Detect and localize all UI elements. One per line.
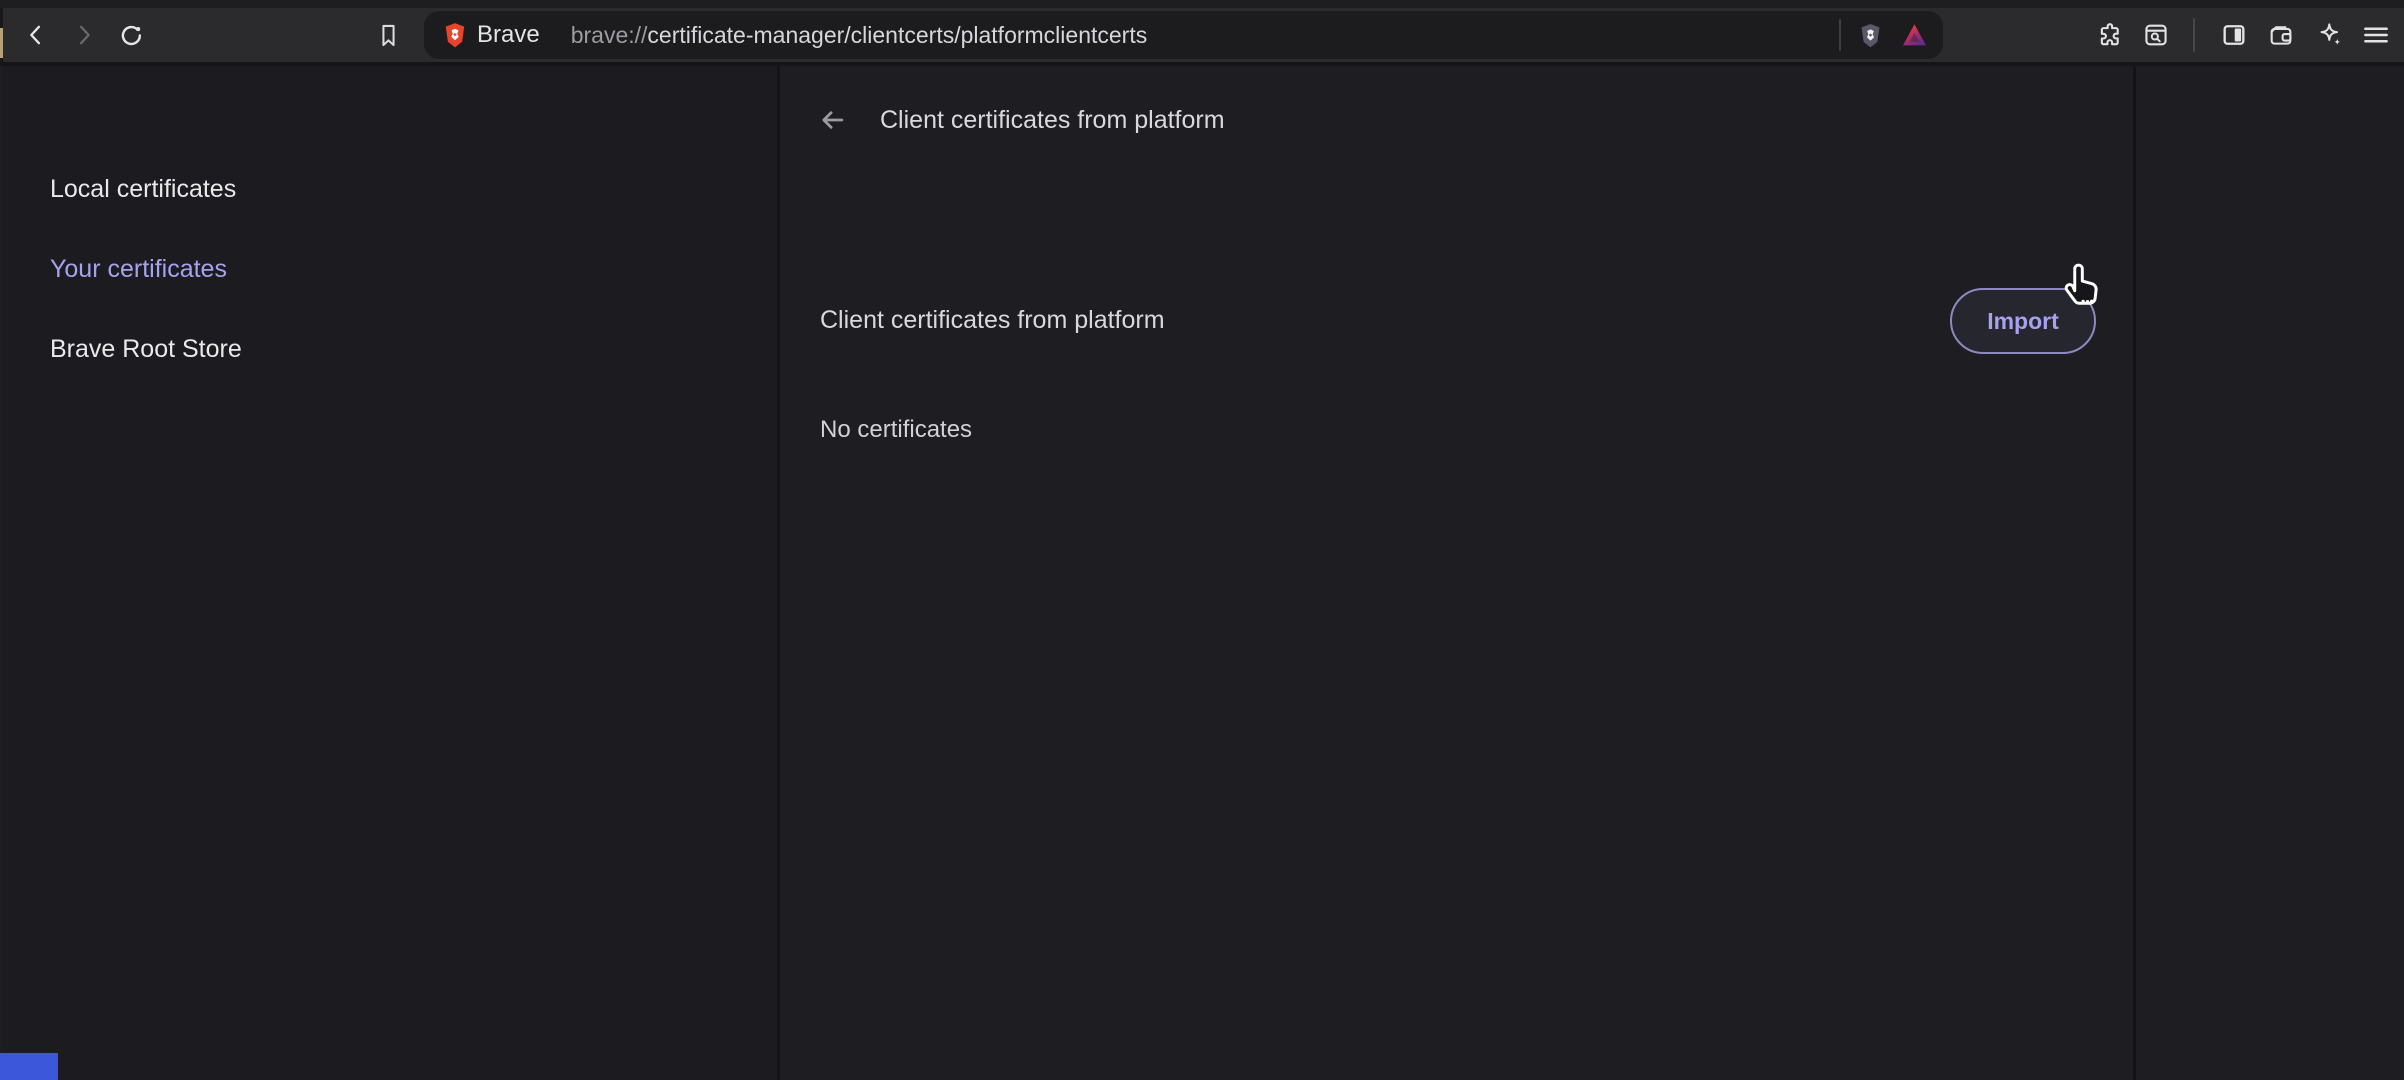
empty-state-text: No certificates (820, 416, 972, 444)
corner-blue-artifact (0, 1053, 58, 1080)
sidebar-item-brave-root-store[interactable]: Brave Root Store (50, 332, 242, 366)
certificate-manager-page: Local certificates Your certificates Bra… (0, 66, 2404, 1080)
url-text: brave://certificate-manager/clientcerts/… (571, 22, 1148, 49)
address-bar[interactable]: Brave brave://certificate-manager/client… (424, 11, 1943, 59)
window-top-strip (0, 0, 2404, 8)
site-name-label: Brave (477, 21, 540, 49)
url-path: certificate-manager/clientcerts/platform… (647, 22, 1147, 48)
leo-ai-button[interactable] (2310, 15, 2350, 55)
address-bar-separator (1839, 19, 1841, 51)
page-back-button[interactable] (812, 100, 852, 140)
url-scheme: brave:// (571, 22, 648, 48)
page-title: Client certificates from platform (880, 106, 1225, 135)
reload-icon (117, 21, 146, 50)
content-right-divider (2133, 66, 2136, 1080)
wallet-button[interactable] (2261, 15, 2301, 55)
leo-ai-sparkle-icon (2316, 21, 2345, 50)
import-button-label: Import (1987, 308, 2059, 335)
toolbar-separator (2193, 18, 2195, 52)
wallet-icon (2267, 21, 2295, 49)
sidebar-item-label: Brave Root Store (50, 335, 242, 364)
bookmark-icon (375, 21, 402, 50)
sidebar-item-label: Local certificates (50, 175, 236, 204)
browser-toolbar: Brave brave://certificate-manager/client… (0, 8, 2404, 62)
sidebar-item-local-certificates[interactable]: Local certificates (50, 172, 236, 206)
background-window-sliver (0, 28, 3, 58)
sidebar-content-divider (777, 66, 780, 1080)
content-header: Client certificates from platform (780, 100, 1225, 140)
back-button[interactable] (16, 15, 56, 55)
forward-chevron-icon (70, 21, 98, 49)
forward-button[interactable] (64, 15, 104, 55)
browser-window: Brave brave://certificate-manager/client… (0, 0, 2404, 1080)
address-bar-trailing (1839, 19, 1929, 51)
sidebar-item-label: Your certificates (50, 255, 227, 284)
sidebar-item-your-certificates[interactable]: Your certificates (50, 252, 227, 286)
certificate-nav-sidebar: Local certificates Your certificates Bra… (3, 66, 777, 1080)
search-tabs-icon (2142, 21, 2170, 49)
brave-logo-icon (441, 20, 469, 50)
section-title: Client certificates from platform (820, 306, 1165, 335)
back-chevron-icon (22, 21, 50, 49)
hamburger-menu-icon (2361, 20, 2391, 50)
bat-rewards-icon[interactable] (1900, 21, 1929, 50)
search-tabs-button[interactable] (2136, 15, 2176, 55)
extensions-button[interactable] (2090, 15, 2130, 55)
sidebar-toggle-button[interactable] (2214, 15, 2254, 55)
menu-button[interactable] (2356, 15, 2396, 55)
extensions-puzzle-icon (2096, 21, 2124, 49)
brave-shields-icon[interactable] (1857, 21, 1884, 50)
reload-button[interactable] (111, 15, 151, 55)
import-button[interactable]: Import (1950, 288, 2096, 354)
arrow-left-icon (815, 103, 849, 137)
bookmark-button[interactable] (368, 15, 408, 55)
sidebar-toggle-icon (2220, 21, 2248, 49)
